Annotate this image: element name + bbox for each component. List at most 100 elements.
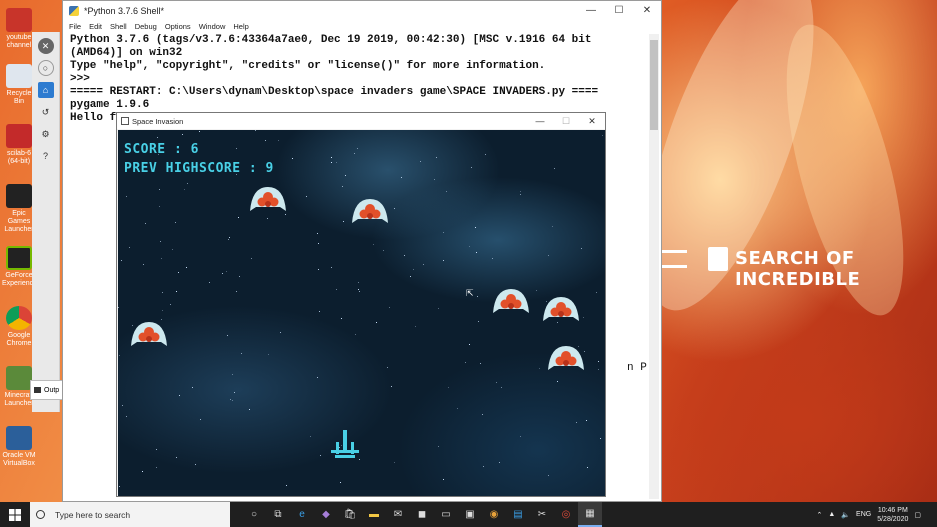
scrollbar-thumb[interactable] bbox=[650, 40, 658, 130]
volume-icon[interactable]: 🔈 bbox=[841, 511, 850, 519]
maximize-icon[interactable]: ☐ bbox=[605, 5, 633, 16]
browser-icon[interactable]: ◎ bbox=[554, 502, 578, 527]
history-icon[interactable]: ↺ bbox=[38, 104, 54, 120]
desktop-icon-geforce[interactable]: GeForce Experience bbox=[2, 246, 37, 288]
side-panel: ✕ ○ ⌂ ↺ ⚙ ? bbox=[32, 32, 60, 412]
star bbox=[423, 264, 424, 265]
star bbox=[192, 387, 193, 388]
app-icon[interactable]: ▤ bbox=[506, 502, 530, 527]
star bbox=[596, 292, 597, 293]
star bbox=[145, 223, 146, 224]
task-view-icon[interactable]: ⧉ bbox=[266, 502, 290, 527]
star bbox=[306, 196, 307, 197]
search-icon[interactable]: ○ bbox=[37, 60, 54, 76]
output-panel[interactable]: Outp bbox=[30, 380, 65, 400]
close-icon[interactable]: ✕ bbox=[37, 38, 54, 54]
menu-file[interactable]: File bbox=[69, 22, 81, 31]
star bbox=[434, 179, 435, 180]
shell-title: *Python 3.7.6 Shell* bbox=[84, 5, 165, 16]
star bbox=[280, 332, 281, 333]
close-icon[interactable]: ✕ bbox=[579, 116, 605, 127]
snip-icon[interactable]: ✂ bbox=[530, 502, 554, 527]
notification-icon[interactable]: ▢ bbox=[914, 511, 921, 519]
star bbox=[383, 250, 384, 251]
desktop-icon-virtualbox[interactable]: Oracle VM VirtualBox bbox=[2, 426, 36, 468]
idle-taskbar-icon[interactable]: ▦ bbox=[578, 502, 602, 527]
alien-enemy bbox=[493, 289, 529, 313]
minimize-icon[interactable]: — bbox=[577, 5, 605, 16]
star bbox=[170, 304, 171, 305]
star bbox=[331, 157, 332, 158]
star bbox=[199, 131, 200, 132]
star bbox=[157, 137, 158, 138]
menu-shell[interactable]: Shell bbox=[110, 22, 127, 31]
star bbox=[340, 482, 341, 483]
desktop-icon-youtube[interactable]: youtube channel bbox=[2, 8, 36, 50]
menu-window[interactable]: Window bbox=[199, 22, 226, 31]
desktop-icon-label: Epic Games Launcher bbox=[4, 210, 34, 233]
menu-options[interactable]: Options bbox=[165, 22, 191, 31]
start-button[interactable] bbox=[0, 502, 30, 527]
star bbox=[478, 321, 479, 322]
terminal-icon[interactable]: ▭ bbox=[434, 502, 458, 527]
star bbox=[354, 153, 355, 154]
desktop-icon-label: Oracle VM VirtualBox bbox=[2, 452, 36, 467]
star bbox=[443, 479, 444, 480]
close-icon[interactable]: ✕ bbox=[633, 5, 661, 16]
star bbox=[404, 255, 405, 256]
shell-titlebar[interactable]: *Python 3.7.6 Shell* — ☐ ✕ bbox=[63, 1, 661, 20]
visual-studio-icon[interactable]: ◆ bbox=[314, 502, 338, 527]
game-titlebar[interactable]: Space Invasion — ☐ ✕ bbox=[117, 113, 605, 129]
pygame-icon bbox=[121, 117, 129, 125]
star bbox=[251, 258, 252, 259]
home-icon[interactable]: ⌂ bbox=[37, 82, 54, 98]
geforce-icon bbox=[6, 246, 32, 270]
space-invasion-window[interactable]: Space Invasion — ☐ ✕ SCORE : 6 PREV HIGH… bbox=[116, 112, 606, 497]
gear-icon[interactable]: ⚙ bbox=[38, 126, 54, 142]
shell-scrollbar[interactable] bbox=[649, 34, 659, 499]
star bbox=[373, 244, 374, 245]
python-icon[interactable]: ◉ bbox=[482, 502, 506, 527]
star bbox=[319, 311, 320, 312]
epic-games-icon[interactable]: ◼ bbox=[410, 502, 434, 527]
menu-debug[interactable]: Debug bbox=[135, 22, 157, 31]
menu-help[interactable]: Help bbox=[233, 22, 248, 31]
star bbox=[499, 462, 500, 463]
store-icon[interactable]: 🛍 bbox=[338, 502, 362, 527]
recycle-bin-icon bbox=[6, 64, 32, 88]
alien-enemy bbox=[548, 346, 584, 370]
star bbox=[143, 264, 144, 265]
edge-icon[interactable]: e bbox=[290, 502, 314, 527]
cortana-icon[interactable]: ○ bbox=[242, 502, 266, 527]
star bbox=[501, 387, 502, 388]
minimize-icon[interactable]: — bbox=[527, 116, 553, 127]
desktop-icon-scilab[interactable]: scilab-6 (64-bit) bbox=[2, 124, 36, 166]
file-explorer-icon[interactable]: ▬ bbox=[362, 502, 386, 527]
maximize-icon[interactable]: ☐ bbox=[553, 116, 579, 127]
star bbox=[239, 276, 240, 277]
star bbox=[336, 162, 337, 163]
camera-icon[interactable]: ▣ bbox=[458, 502, 482, 527]
network-icon[interactable]: ▲ bbox=[828, 511, 835, 518]
shell-menubar: File Edit Shell Debug Options Window Hel… bbox=[63, 20, 661, 33]
star bbox=[520, 194, 521, 195]
star bbox=[520, 436, 521, 437]
folder-icon bbox=[6, 8, 32, 32]
virtualbox-icon bbox=[6, 426, 32, 450]
taskbar-search-box[interactable]: Type here to search bbox=[30, 502, 230, 527]
chevron-up-icon[interactable]: ⌃ bbox=[817, 511, 823, 519]
desktop-icon-epic[interactable]: Epic Games Launcher bbox=[2, 184, 36, 234]
help-icon[interactable]: ? bbox=[38, 148, 54, 164]
game-canvas[interactable]: SCORE : 6 PREV HIGHSCORE : 9 ⇱ bbox=[118, 130, 605, 496]
star bbox=[286, 485, 287, 486]
star bbox=[265, 140, 266, 141]
minecraft-icon bbox=[6, 366, 32, 390]
mail-icon[interactable]: ✉ bbox=[386, 502, 410, 527]
language-indicator[interactable]: ENG bbox=[856, 511, 871, 518]
menu-edit[interactable]: Edit bbox=[89, 22, 102, 31]
star bbox=[227, 335, 228, 336]
desktop-icon-recycle-bin[interactable]: Recycle Bin bbox=[2, 64, 36, 106]
clock[interactable]: 10:46 PM 5/28/2020 bbox=[877, 506, 908, 524]
star bbox=[483, 466, 484, 467]
desktop-icon-chrome[interactable]: Google Chrome bbox=[2, 306, 36, 348]
